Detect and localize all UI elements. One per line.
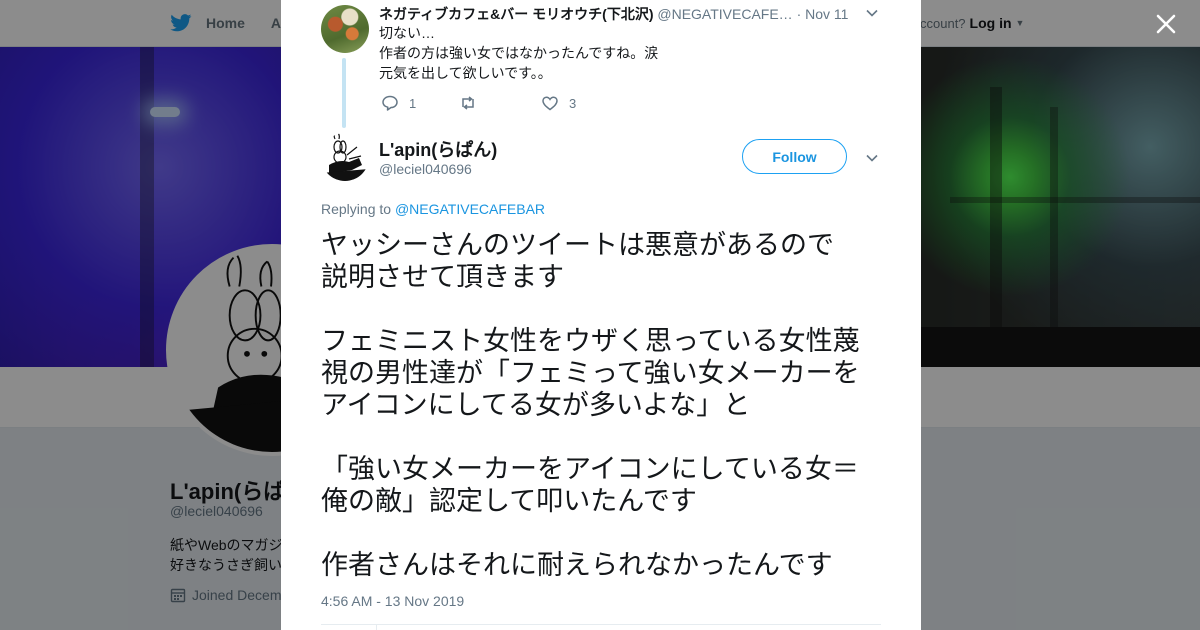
parent-tweet-avatar[interactable] [321, 5, 369, 53]
parent-tweet-line: 作者の方は強い女ではなかったんですね。涙 [379, 45, 659, 61]
replying-to-mention[interactable]: @NEGATIVECAFEBAR [395, 201, 545, 217]
chevron-down-icon[interactable] [865, 6, 879, 20]
divider [376, 624, 377, 630]
tweet-text-line: 視の男性達が「フェミって強い女メーカーを [321, 358, 860, 388]
parent-tweet-line: 元気を出して欲しいです。。 [379, 65, 552, 81]
parent-tweet-date[interactable]: · Nov 11 [797, 6, 849, 22]
tweet-text-line: フェミニスト女性をウザく思っている女性蔑 [321, 326, 860, 356]
tweet-text: ヤッシーさんのツイートは悪意があるので 説明させて頂きます フェミニスト女性をウ… [321, 229, 891, 581]
thread-connector [342, 58, 346, 128]
tweet-text-line: 俺の敵」認定して叩いたんです [321, 486, 697, 516]
parent-author-handle[interactable]: @NEGATIVECAFE… [657, 6, 792, 22]
tweet-text-line: ヤッシーさんのツイートは悪意があるので [321, 230, 834, 260]
parent-tweet-line: 切ない… [379, 25, 435, 41]
tweet-author-name[interactable]: L'apin(らぱん) [379, 136, 497, 162]
replying-to: Replying to @NEGATIVECAFEBAR [321, 201, 545, 217]
divider [321, 624, 881, 625]
retweet-icon [462, 96, 474, 110]
like-count: 3 [569, 95, 577, 111]
replying-to-label: Replying to [321, 201, 392, 217]
close-icon[interactable] [1152, 10, 1180, 38]
parent-tweet-actions: 1 3 [381, 93, 576, 113]
follow-button[interactable]: Follow [742, 139, 847, 174]
tweet-permalink-modal: ネガティブカフェ&バー モリオウチ(下北沢) @NEGATIVECAFE… · … [281, 0, 921, 630]
parent-tweet-header: ネガティブカフェ&バー モリオウチ(下北沢) @NEGATIVECAFE… · … [379, 4, 859, 24]
reply-icon [382, 95, 398, 111]
parent-tweet-text: 切ない… 作者の方は強い女ではなかったんですね。涙 元気を出して欲しいです。。 [379, 23, 658, 83]
reply-button[interactable]: 1 [381, 94, 459, 112]
chevron-down-icon[interactable] [865, 151, 879, 165]
retweet-button[interactable] [459, 94, 541, 112]
tweet-text-line: 作者さんはそれに耐えられなかったんです [321, 550, 833, 580]
reply-count: 1 [409, 95, 417, 111]
tweet-author-handle[interactable]: @leciel040696 [379, 161, 472, 177]
tweet-text-line: 「強い女メーカーをアイコンにしている女＝ [321, 454, 859, 484]
tweet-author-avatar[interactable] [321, 133, 369, 181]
like-button[interactable]: 3 [541, 94, 576, 112]
tweet-text-line: 説明させて頂きます [321, 262, 564, 292]
like-icon [542, 96, 558, 111]
tweet-text-line: アイコンにしてる女が多いよな」と [321, 390, 751, 420]
tweet-timestamp[interactable]: 4:56 AM - 13 Nov 2019 [321, 593, 464, 609]
parent-author-name[interactable]: ネガティブカフェ&バー モリオウチ(下北沢) [379, 6, 653, 22]
